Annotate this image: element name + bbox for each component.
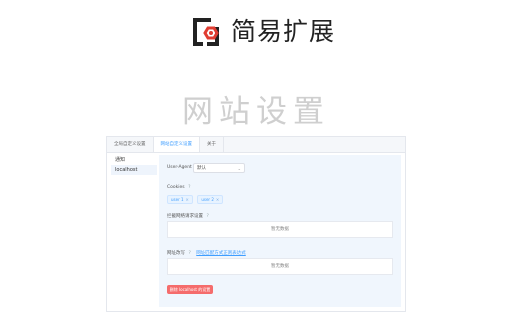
cookies-row: Cookies ? — [167, 185, 190, 190]
empty-state-text: 暂无数据 — [271, 264, 289, 269]
cookie-chip-label: user 2 — [201, 197, 214, 202]
cookie-chips: user 1 × user 2 × — [167, 195, 226, 204]
delete-site-settings-button[interactable]: 删除 localhost 的设置 — [167, 285, 213, 294]
rules-label: 网址改写 — [167, 251, 185, 256]
rules-row: 网址改写 ? 网址匹配方式正则表达式 — [167, 250, 246, 256]
app-title: 简易扩展 — [231, 17, 336, 46]
cookie-chip[interactable]: user 1 × — [167, 195, 193, 204]
tab-bar: 全局自定义设置 网站自定义设置 关于 — [107, 137, 405, 153]
user-agent-select[interactable]: 默认 ⌄ — [193, 163, 245, 173]
close-icon[interactable]: × — [186, 197, 189, 202]
rules-table: 暂无数据 — [167, 258, 393, 275]
help-icon[interactable]: ? — [188, 251, 190, 256]
chevron-down-icon: ⌄ — [237, 166, 241, 171]
block-requests-label: 拦截网络请求设置 — [167, 214, 203, 219]
user-agent-row: User-Agent 默认 ⌄ — [167, 163, 245, 173]
block-requests-table: 暂无数据 — [167, 221, 393, 238]
settings-panel: 全局自定义设置 网站自定义设置 关于 通知 localhost User-Age… — [106, 136, 406, 312]
sidebar-item-notify[interactable]: 通知 — [111, 155, 157, 165]
help-icon[interactable]: ? — [206, 214, 208, 219]
app-logo-icon — [193, 18, 219, 46]
site-list: 通知 localhost — [111, 155, 157, 307]
cookie-chip[interactable]: user 2 × — [197, 195, 224, 204]
cookie-chip-label: user 1 — [171, 197, 184, 202]
user-agent-value: 默认 — [197, 166, 206, 171]
empty-state-text: 暂无数据 — [271, 227, 289, 232]
block-requests-row: 拦截网络请求设置 ? — [167, 213, 209, 219]
help-icon[interactable]: ? — [188, 185, 190, 190]
regex-link[interactable]: 网址匹配方式正则表达式 — [196, 251, 246, 256]
cookies-label: Cookies — [167, 185, 185, 190]
site-settings-form: User-Agent 默认 ⌄ Cookies ? user 1 × user 2… — [159, 155, 401, 307]
sidebar-item-localhost[interactable]: localhost — [111, 165, 157, 175]
tab-global-settings[interactable]: 全局自定义设置 — [107, 137, 154, 152]
user-agent-label: User-Agent — [167, 165, 192, 170]
app-logo: 简易扩展 — [189, 14, 335, 50]
tab-about[interactable]: 关于 — [200, 137, 224, 152]
page-title: 网站设置 — [182, 94, 330, 130]
close-icon[interactable]: × — [216, 197, 219, 202]
tab-site-settings[interactable]: 网站自定义设置 — [153, 137, 200, 152]
